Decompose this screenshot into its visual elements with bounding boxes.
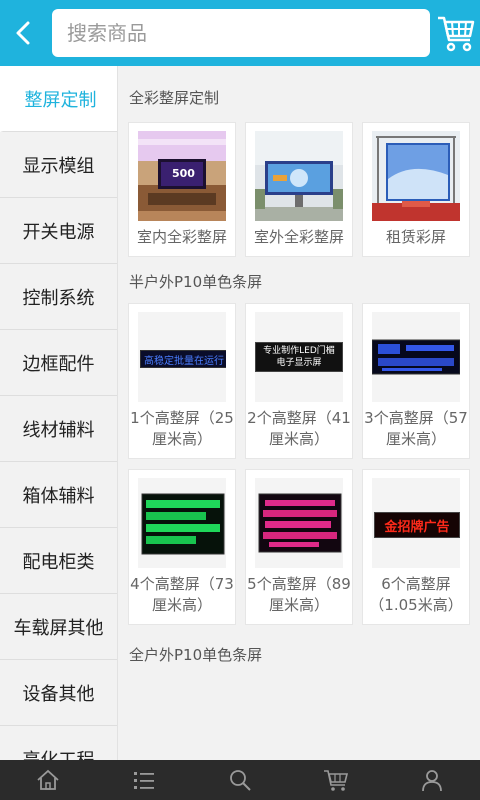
led-sign-text: 高稳定批量在运行: [144, 355, 224, 367]
product-image: 金招牌广告: [372, 478, 460, 568]
search-input[interactable]: [67, 21, 430, 45]
bottom-nav: [0, 760, 480, 800]
product-card[interactable]: 4个高整屏（73厘米高）: [128, 469, 236, 625]
led-sign-text: 专业制作LED门楣 电子显示屏: [263, 346, 335, 368]
product-label: 2个高整屏（41厘米高）: [247, 409, 351, 448]
product-image: 高稳定批量在运行: [138, 312, 226, 402]
category-sidebar: 整屏定制 显示模组 开关电源 控制系统 边框配件 线材辅料 箱体辅料 配电柜类 …: [0, 66, 118, 760]
product-card[interactable]: 5个高整屏（89厘米高）: [245, 469, 353, 625]
nav-category[interactable]: [96, 760, 192, 800]
product-label: 6个高整屏（1.05米高）: [369, 575, 463, 614]
nav-profile[interactable]: [384, 760, 480, 800]
product-card[interactable]: 室外全彩整屏: [245, 122, 353, 257]
sidebar-item-equipment[interactable]: 设备其他: [0, 660, 117, 726]
nav-search[interactable]: [192, 760, 288, 800]
product-label: 4个高整屏（73厘米高）: [130, 575, 234, 614]
search-icon: [230, 770, 251, 791]
svg-text:500: 500: [172, 167, 195, 180]
product-card[interactable]: 专业制作LED门楣 电子显示屏 2个高整屏（41厘米高）: [245, 303, 353, 459]
product-image: [138, 478, 226, 568]
product-image: [372, 312, 460, 402]
user-icon: [422, 770, 442, 792]
sidebar-item-power-supply[interactable]: 开关电源: [0, 198, 117, 264]
sidebar-item-vehicle-screen[interactable]: 车载屏其他: [0, 594, 117, 660]
product-content: 全彩整屏定制 500 室内全彩整屏 室外全彩整屏 租赁彩屏 半户外P10单色条屏…: [118, 66, 480, 760]
list-icon: [134, 772, 154, 789]
product-card[interactable]: 500 室内全彩整屏: [128, 122, 236, 257]
product-image: 专业制作LED门楣 电子显示屏: [255, 312, 343, 402]
product-image: [255, 131, 343, 221]
section-title: 全彩整屏定制: [129, 89, 220, 107]
product-label: 室外全彩整屏: [253, 228, 344, 246]
product-image: [372, 131, 460, 221]
sidebar-item-frame-parts[interactable]: 边框配件: [0, 330, 117, 396]
product-card[interactable]: 金招牌广告 6个高整屏（1.05米高）: [362, 469, 470, 625]
product-label: 5个高整屏（89厘米高）: [247, 575, 351, 614]
section-title: 全户外P10单色条屏: [129, 646, 263, 664]
product-grid: 高稳定批量在运行 1个高整屏（25厘米高） 专业制作LED门楣 电子显示屏 2个…: [118, 295, 480, 635]
product-label: 室内全彩整屏: [136, 228, 227, 246]
product-card[interactable]: 3个高整屏（57厘米高）: [362, 303, 470, 459]
product-image: [255, 478, 343, 568]
cart-icon: [438, 16, 475, 52]
sidebar-item-full-screen[interactable]: 整屏定制: [0, 66, 117, 132]
back-button[interactable]: [0, 0, 46, 66]
section-title: 半户外P10单色条屏: [129, 272, 263, 291]
cart-icon: [324, 770, 349, 791]
sidebar-item-distribution[interactable]: 配电柜类: [0, 528, 117, 594]
product-label: 1个高整屏（25厘米高）: [130, 409, 234, 448]
cart-button[interactable]: [436, 12, 476, 54]
home-icon: [37, 769, 59, 790]
sidebar-item-lighting[interactable]: 亮化工程: [0, 726, 117, 761]
product-grid: 500 室内全彩整屏 室外全彩整屏 租赁彩屏: [118, 114, 480, 267]
nav-cart[interactable]: [288, 760, 384, 800]
sidebar-item-control-system[interactable]: 控制系统: [0, 264, 117, 330]
product-label: 租赁彩屏: [385, 228, 446, 246]
product-label: 3个高整屏（57厘米高）: [364, 409, 468, 448]
product-card[interactable]: 高稳定批量在运行 1个高整屏（25厘米高）: [128, 303, 236, 459]
search-bar[interactable]: [52, 9, 430, 57]
sidebar-item-display-module[interactable]: 显示模组: [0, 132, 117, 198]
product-image: 500: [138, 131, 226, 221]
led-sign-text: 金招牌广告: [384, 519, 450, 535]
sidebar-item-cabinet[interactable]: 箱体辅料: [0, 462, 117, 528]
chevron-left-icon: [16, 21, 30, 45]
nav-home[interactable]: [0, 760, 96, 800]
sidebar-item-cable[interactable]: 线材辅料: [0, 396, 117, 462]
product-card[interactable]: 租赁彩屏: [362, 122, 470, 257]
top-bar: [0, 0, 480, 66]
